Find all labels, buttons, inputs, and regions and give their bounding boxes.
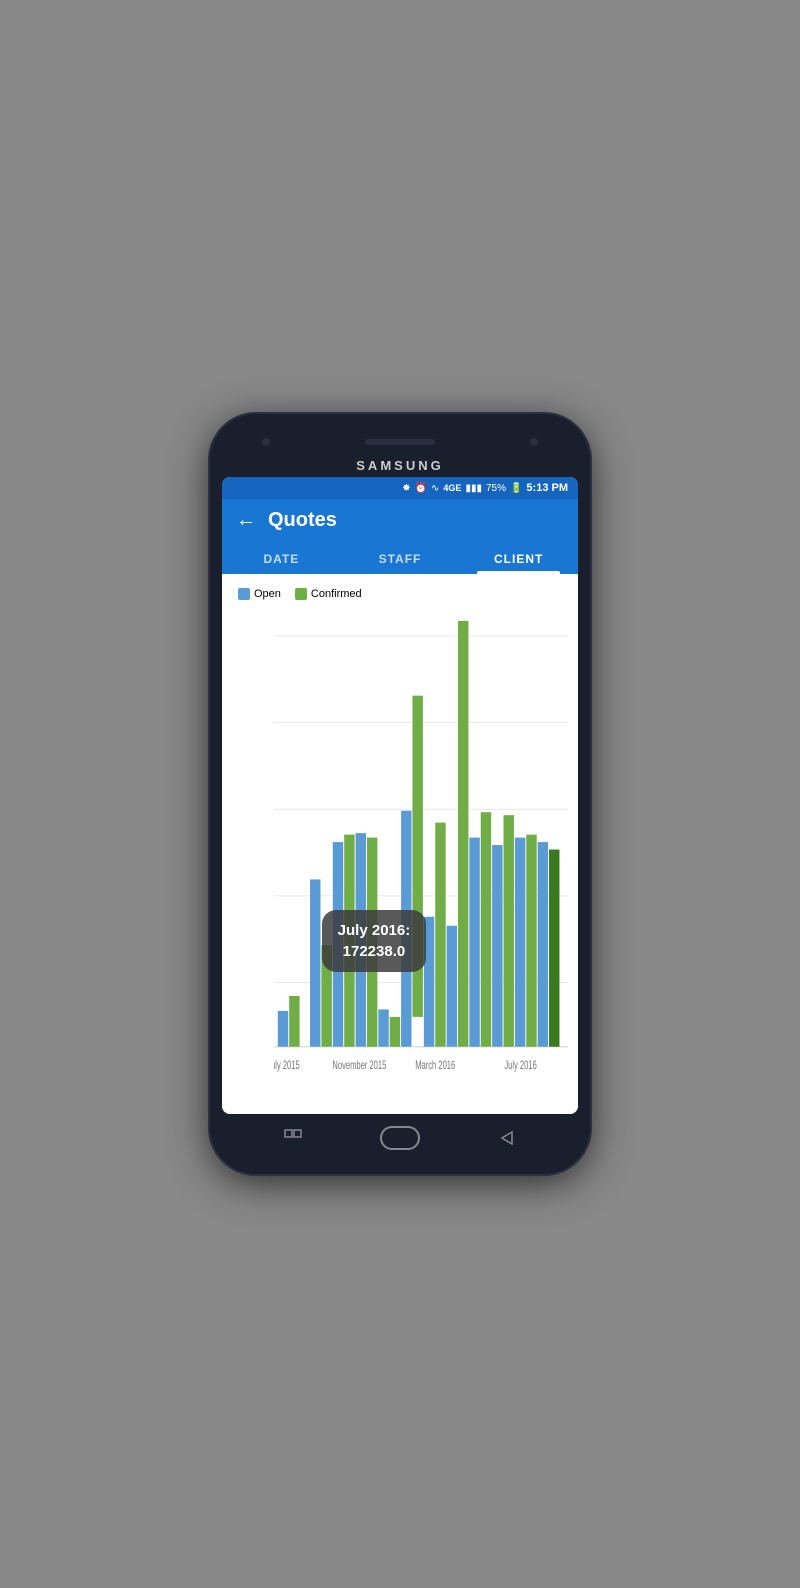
front-camera-right: [530, 438, 538, 446]
home-button[interactable]: [380, 1126, 420, 1150]
tab-bar: DATE STAFF CLIENT: [222, 542, 578, 574]
chart-container: Open Confirmed 400,000: [222, 574, 578, 1114]
recent-apps-button[interactable]: [279, 1124, 307, 1152]
chart-area[interactable]: 400,000 300,000 200,000 100,000 0: [222, 606, 578, 1114]
legend-confirmed-dot: [295, 588, 307, 600]
svg-text:November 2015: November 2015: [332, 1060, 386, 1073]
back-button[interactable]: ←: [236, 509, 256, 532]
phone-speaker: [365, 439, 435, 445]
svg-text:July 2015: July 2015: [274, 1060, 300, 1073]
status-icons: ✸ ⏰ ∿ 4GE ▮▮▮ 75% 🔋 5:13 PM: [402, 482, 568, 494]
svg-text:March 2016: March 2016: [415, 1060, 455, 1073]
wifi-icon: ∿: [431, 483, 439, 494]
phone-frame: SAMSUNG ✸ ⏰ ∿ 4GE ▮▮▮ 75% 🔋 5:13 PM: [210, 414, 590, 1174]
tab-staff[interactable]: STAFF: [341, 542, 460, 574]
status-bar: ✸ ⏰ ∿ 4GE ▮▮▮ 75% 🔋 5:13 PM: [222, 477, 578, 499]
tab-date[interactable]: DATE: [222, 542, 341, 574]
alarm-icon: ⏰: [415, 483, 427, 494]
app-header: ← Quotes: [222, 499, 578, 542]
signal-icon: ▮▮▮: [465, 483, 482, 494]
network-label: 4GE: [443, 483, 461, 493]
back-nav-button[interactable]: [493, 1124, 521, 1152]
legend-open-label: Open: [254, 588, 281, 600]
phone-screen: ✸ ⏰ ∿ 4GE ▮▮▮ 75% 🔋 5:13 PM ← Quotes: [222, 477, 578, 1114]
battery-icon: 🔋: [510, 483, 522, 494]
phone-brand: SAMSUNG: [356, 458, 443, 473]
status-time: 5:13 PM: [526, 482, 568, 494]
legend-open: Open: [238, 588, 281, 600]
phone-bottom-nav: [222, 1120, 578, 1156]
bluetooth-icon: ✸: [402, 483, 410, 494]
phone-top-bar: [222, 432, 578, 452]
front-camera-left: [262, 438, 270, 446]
tab-client[interactable]: CLIENT: [459, 542, 578, 574]
chart-legend: Open Confirmed: [222, 584, 578, 606]
legend-confirmed-label: Confirmed: [311, 588, 362, 600]
legend-open-dot: [238, 588, 250, 600]
legend-confirmed: Confirmed: [295, 588, 362, 600]
svg-text:July 2016: July 2016: [504, 1060, 537, 1073]
app-title: Quotes: [268, 509, 337, 532]
battery-label: 75%: [486, 483, 506, 494]
bar-chart: 400,000 300,000 200,000 100,000 0: [274, 606, 568, 1114]
